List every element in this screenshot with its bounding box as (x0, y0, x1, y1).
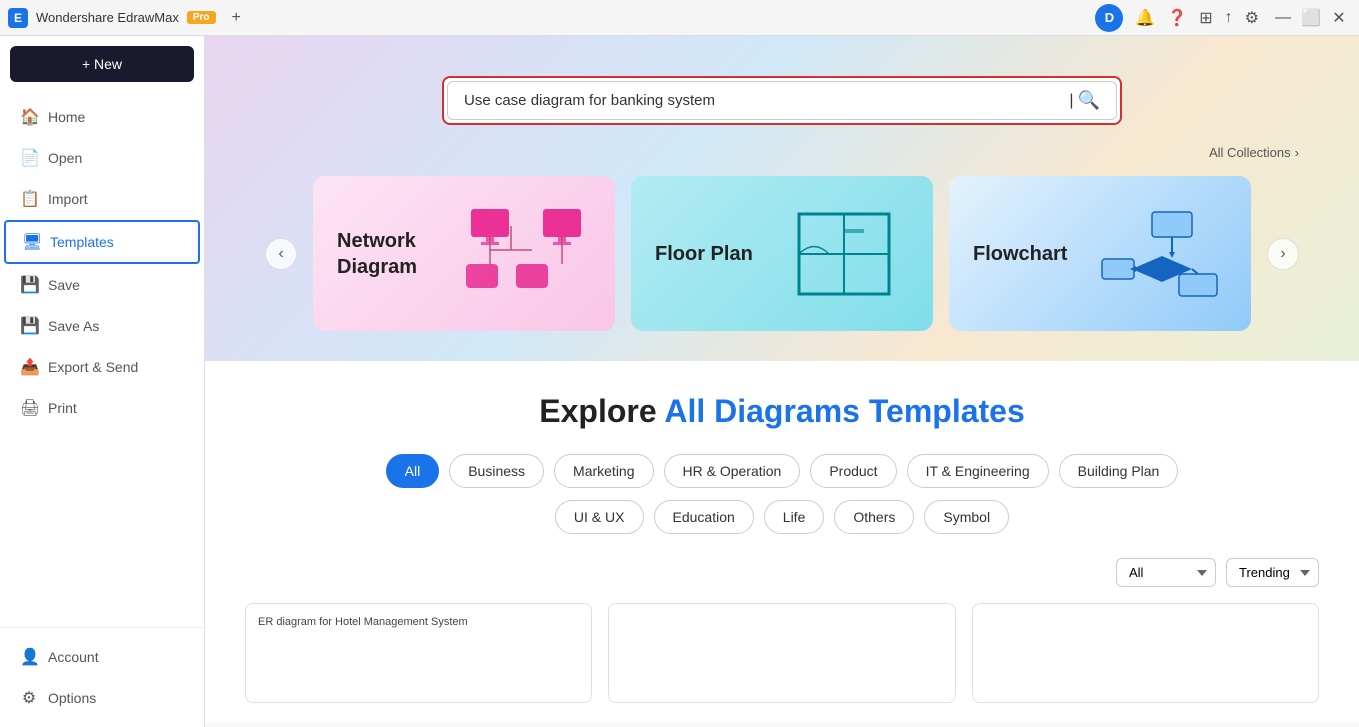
print-icon: 🖨 (20, 398, 38, 418)
chevron-right-icon: › (1295, 145, 1299, 160)
sidebar-item-label: Open (48, 150, 82, 166)
settings-icon[interactable]: ⚙ (1245, 8, 1259, 28)
sidebar-item-label: Templates (50, 234, 114, 250)
thumbnail-card-1[interactable]: ER diagram for Hotel Management System (245, 603, 592, 703)
new-button[interactable]: + New (10, 46, 194, 82)
title-bar-left: E Wondershare EdrawMax Pro + (8, 8, 241, 28)
sidebar-item-options[interactable]: ⚙ Options (4, 678, 200, 718)
window-controls: — ⬜ ✕ (1271, 6, 1351, 30)
filter-tags-row2: UI & UX Education Life Others Symbol (245, 500, 1319, 534)
sidebar-item-open[interactable]: 📄 Open (4, 138, 200, 178)
add-tab-button[interactable]: + (232, 9, 241, 27)
sidebar-item-home[interactable]: 🏠 Home (4, 97, 200, 137)
filter-marketing[interactable]: Marketing (554, 454, 653, 488)
diagram-carousel: ‹ NetworkDiagram (265, 176, 1299, 331)
save-as-icon: 💾 (20, 316, 38, 336)
sidebar-item-label: Options (48, 690, 96, 706)
sort-bar: All Business Marketing Trending Newest P… (245, 558, 1319, 587)
flowchart-visual (1097, 204, 1227, 304)
carousel-next-button[interactable]: › (1267, 238, 1299, 270)
filter-ui-ux[interactable]: UI & UX (555, 500, 644, 534)
export-icon: 📤 (20, 357, 38, 377)
sidebar-item-label: Export & Send (48, 359, 138, 375)
sidebar: + New 🏠 Home 📄 Open 📋 Import 🖥 Templates… (0, 36, 205, 727)
search-button[interactable]: 🔍 (1074, 86, 1104, 115)
app-title: Wondershare EdrawMax (36, 10, 179, 25)
thumbnail-row: ER diagram for Hotel Management System (245, 603, 1319, 703)
sort-select[interactable]: Trending Newest Popular (1226, 558, 1319, 587)
search-box-outer: | 🔍 (442, 76, 1122, 125)
save-icon: 💾 (20, 275, 38, 295)
filter-building-plan[interactable]: Building Plan (1059, 454, 1179, 488)
account-icon: 👤 (20, 647, 38, 667)
search-input[interactable] (460, 86, 1069, 115)
explore-title: Explore All Diagrams Templates (245, 393, 1319, 430)
floor-plan-title: Floor Plan (655, 241, 753, 267)
filter-product[interactable]: Product (810, 454, 896, 488)
user-avatar[interactable]: D (1095, 4, 1123, 32)
filter-hr-operation[interactable]: HR & Operation (664, 454, 801, 488)
pro-badge: Pro (187, 11, 216, 24)
category-select[interactable]: All Business Marketing (1116, 558, 1216, 587)
grid-icon[interactable]: ⊞ (1199, 8, 1212, 28)
main-layout: + New 🏠 Home 📄 Open 📋 Import 🖥 Templates… (0, 36, 1359, 727)
bell-icon[interactable]: 🔔 (1135, 8, 1155, 28)
filter-symbol[interactable]: Symbol (924, 500, 1009, 534)
sidebar-item-label: Save As (48, 318, 99, 334)
thumbnail-card-2[interactable] (608, 603, 955, 703)
explore-section: Explore All Diagrams Templates All Busin… (205, 361, 1359, 723)
network-diagram-card[interactable]: NetworkDiagram (313, 176, 615, 331)
home-icon: 🏠 (20, 107, 38, 127)
open-icon: 📄 (20, 148, 38, 168)
thumbnail-card-3[interactable] (972, 603, 1319, 703)
floor-plan-card[interactable]: Floor Plan (631, 176, 933, 331)
flowchart-title: Flowchart (973, 241, 1067, 267)
sidebar-item-label: Print (48, 400, 77, 416)
carousel-cards: NetworkDiagram (313, 176, 1251, 331)
hero-section: | 🔍 All Collections › ‹ NetworkDiagram (205, 36, 1359, 361)
sidebar-item-label: Import (48, 191, 88, 207)
carousel-prev-button[interactable]: ‹ (265, 238, 297, 270)
minimize-button[interactable]: — (1271, 6, 1295, 30)
maximize-button[interactable]: ⬜ (1299, 6, 1323, 30)
sidebar-item-export-send[interactable]: 📤 Export & Send (4, 347, 200, 387)
sidebar-item-save-as[interactable]: 💾 Save As (4, 306, 200, 346)
app-icon: E (8, 8, 28, 28)
filter-all[interactable]: All (386, 454, 440, 488)
sidebar-item-label: Save (48, 277, 80, 293)
sidebar-item-account[interactable]: 👤 Account (4, 637, 200, 677)
search-wrapper: | 🔍 (265, 76, 1299, 125)
close-button[interactable]: ✕ (1327, 6, 1351, 30)
filter-others[interactable]: Others (834, 500, 914, 534)
filter-education[interactable]: Education (654, 500, 754, 534)
sidebar-item-label: Home (48, 109, 85, 125)
all-collections-link[interactable]: All Collections › (265, 145, 1299, 160)
share-icon[interactable]: ↑ (1225, 9, 1233, 27)
filter-life[interactable]: Life (764, 500, 825, 534)
options-icon: ⚙ (20, 688, 38, 708)
help-icon[interactable]: ❓ (1167, 8, 1187, 28)
sidebar-item-save[interactable]: 💾 Save (4, 265, 200, 305)
templates-icon: 🖥 (22, 232, 40, 252)
sidebar-nav: 🏠 Home 📄 Open 📋 Import 🖥 Templates 💾 Sav… (0, 92, 204, 627)
title-bar-right: D 🔔 ❓ ⊞ ↑ ⚙ — ⬜ ✕ (1095, 4, 1351, 32)
floor-plan-visual (779, 204, 909, 304)
filter-tags-row1: All Business Marketing HR & Operation Pr… (245, 454, 1319, 488)
thumb-label-1: ER diagram for Hotel Management System (258, 616, 468, 628)
network-diagram-visual (461, 204, 591, 304)
sidebar-item-templates[interactable]: 🖥 Templates (4, 220, 200, 264)
sidebar-item-print[interactable]: 🖨 Print (4, 388, 200, 428)
sidebar-item-import[interactable]: 📋 Import (4, 179, 200, 219)
sidebar-item-label: Account (48, 649, 99, 665)
sidebar-bottom: 👤 Account ⚙ Options (0, 627, 204, 727)
filter-it-engineering[interactable]: IT & Engineering (907, 454, 1049, 488)
network-diagram-title: NetworkDiagram (337, 228, 417, 280)
title-bar: E Wondershare EdrawMax Pro + D 🔔 ❓ ⊞ ↑ ⚙… (0, 0, 1359, 36)
search-box-inner: | 🔍 (447, 81, 1117, 120)
content-area: | 🔍 All Collections › ‹ NetworkDiagram (205, 36, 1359, 727)
flowchart-card[interactable]: Flowchart (949, 176, 1251, 331)
filter-business[interactable]: Business (449, 454, 544, 488)
import-icon: 📋 (20, 189, 38, 209)
